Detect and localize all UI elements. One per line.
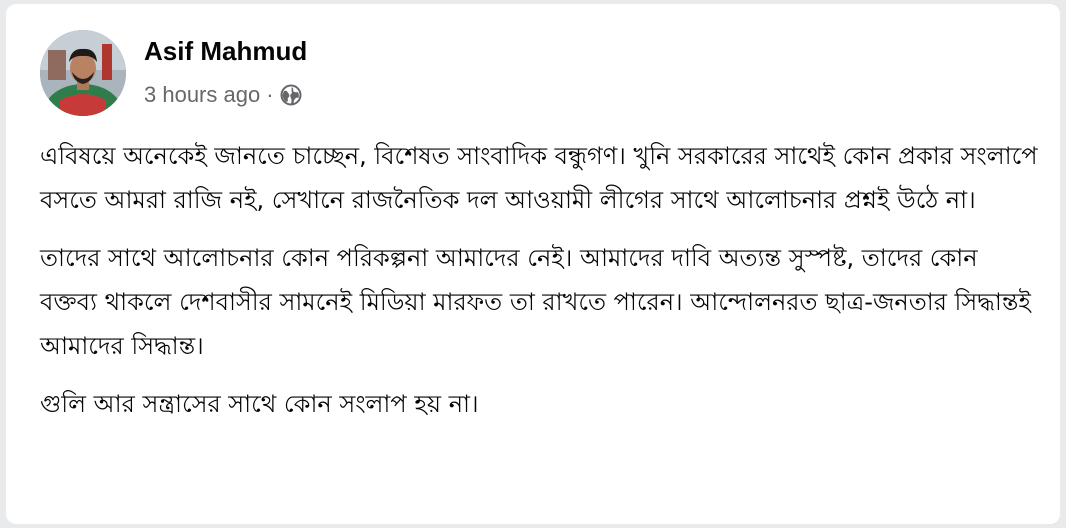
meta-separator: ·: [266, 82, 274, 107]
post-paragraph: এবিষয়ে অনেকেই জানতে চাচ্ছেন, বিশেষত সাং…: [40, 142, 1038, 214]
author-name[interactable]: Asif Mahmud: [144, 36, 307, 67]
avatar-photo: [40, 30, 126, 116]
post-meta: 3 hours ago ·: [144, 82, 302, 108]
post-card: Asif Mahmud 3 hours ago · এবিষয়ে অনেকেই…: [6, 4, 1060, 524]
post-timestamp[interactable]: 3 hours ago: [144, 82, 260, 108]
post-paragraph: গুলি আর সন্ত্রাসের সাথে কোন সংলাপ হয় না…: [40, 390, 479, 418]
post-paragraph: তাদের সাথে আলোচনার কোন পরিকল্পনা আমাদের …: [40, 244, 1031, 360]
post-body: এবিষয়ে অনেকেই জানতে চাচ্ছেন, বিশেষত সাং…: [40, 134, 1040, 440]
globe-icon[interactable]: [280, 84, 302, 106]
author-avatar[interactable]: [40, 30, 126, 116]
